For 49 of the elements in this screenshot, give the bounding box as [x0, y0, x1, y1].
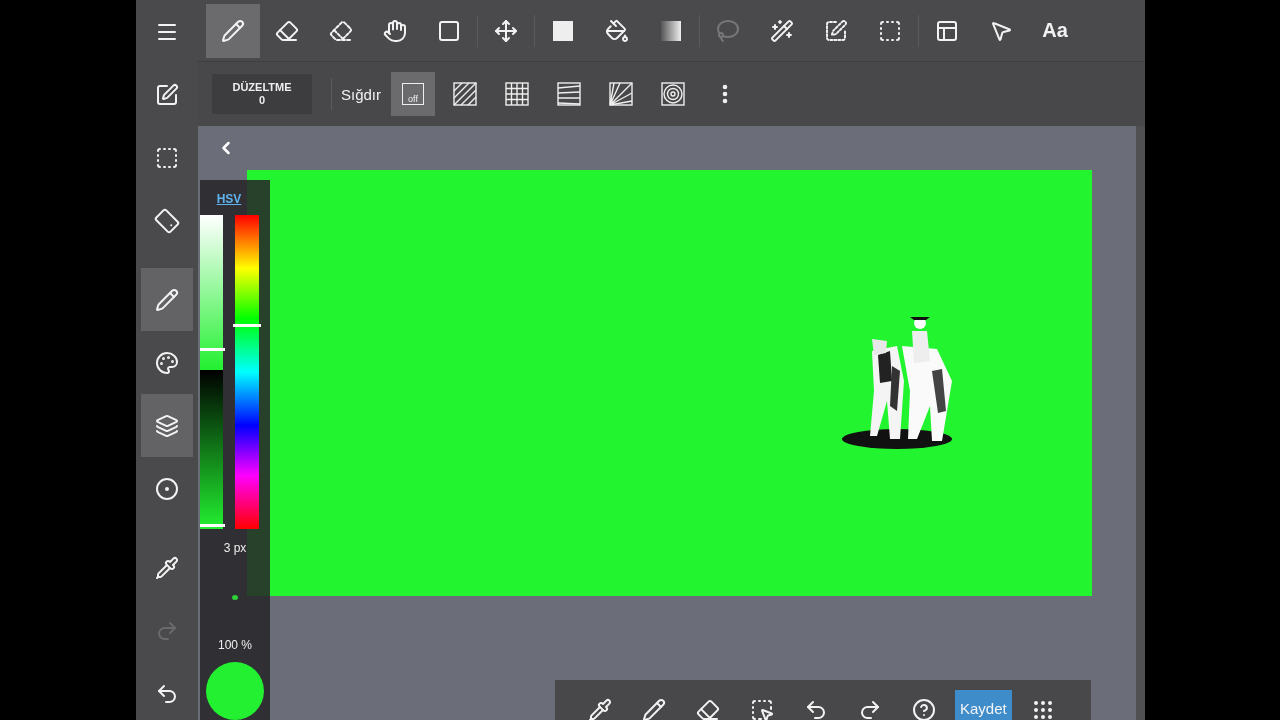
magic-wand-icon [770, 18, 794, 43]
tool-button[interactable] [206, 3, 260, 58]
layers-icon [155, 413, 179, 438]
snap-button[interactable]: off [391, 72, 436, 116]
opacity-label: 100 % [218, 638, 252, 652]
dashed-square-icon [878, 18, 902, 43]
hand-icon [383, 18, 407, 43]
concentric-circles-icon [660, 81, 687, 107]
eraser-icon [275, 18, 299, 43]
pencil-icon [155, 287, 179, 312]
layers-button[interactable] [141, 394, 193, 457]
edit-icon [155, 82, 179, 107]
pencil-icon [221, 18, 245, 43]
help-icon [912, 698, 936, 720]
color-mode-link[interactable]: HSV [216, 192, 242, 206]
dashed-square-icon [750, 698, 774, 720]
layout-icon [935, 18, 959, 43]
dashed-eraser-icon [329, 18, 353, 43]
palette-icon [155, 350, 179, 375]
save-button[interactable]: Kaydet [955, 690, 1012, 720]
text-tool-button[interactable]: Aa [1028, 3, 1082, 58]
pencil-icon [642, 698, 666, 720]
dotted-circle-icon [155, 476, 179, 501]
brush-size-label: 3 px [223, 541, 247, 555]
rectangle-icon [437, 18, 461, 43]
current-color-swatch[interactable] [206, 662, 264, 720]
eyedropper-icon [155, 555, 179, 580]
drawing-canvas[interactable] [247, 170, 1092, 596]
correction-button[interactable]: DÜZELTME 0 [212, 74, 312, 114]
radial-lines-icon [608, 81, 635, 107]
eraser-icon [696, 698, 720, 720]
more-icon [722, 84, 729, 104]
grid-icon [504, 81, 531, 107]
eyedropper-icon [588, 698, 612, 720]
perspective-lines-icon [556, 81, 583, 107]
brush-button[interactable] [141, 268, 193, 331]
square-icon [551, 18, 575, 43]
dashed-square-pen-icon [824, 18, 848, 43]
dashed-square-icon [155, 145, 179, 170]
parallel-lines-icon [452, 81, 479, 107]
move-icon [494, 18, 518, 43]
brush-size-dot [232, 595, 238, 600]
paint-bucket-icon [605, 18, 629, 43]
snap-off-label: off [402, 83, 425, 105]
gradient-icon [659, 18, 683, 43]
redo-icon [858, 698, 882, 720]
lasso-icon [716, 18, 740, 43]
snap-label: Sığdır [341, 85, 382, 103]
undo-icon [804, 698, 828, 720]
